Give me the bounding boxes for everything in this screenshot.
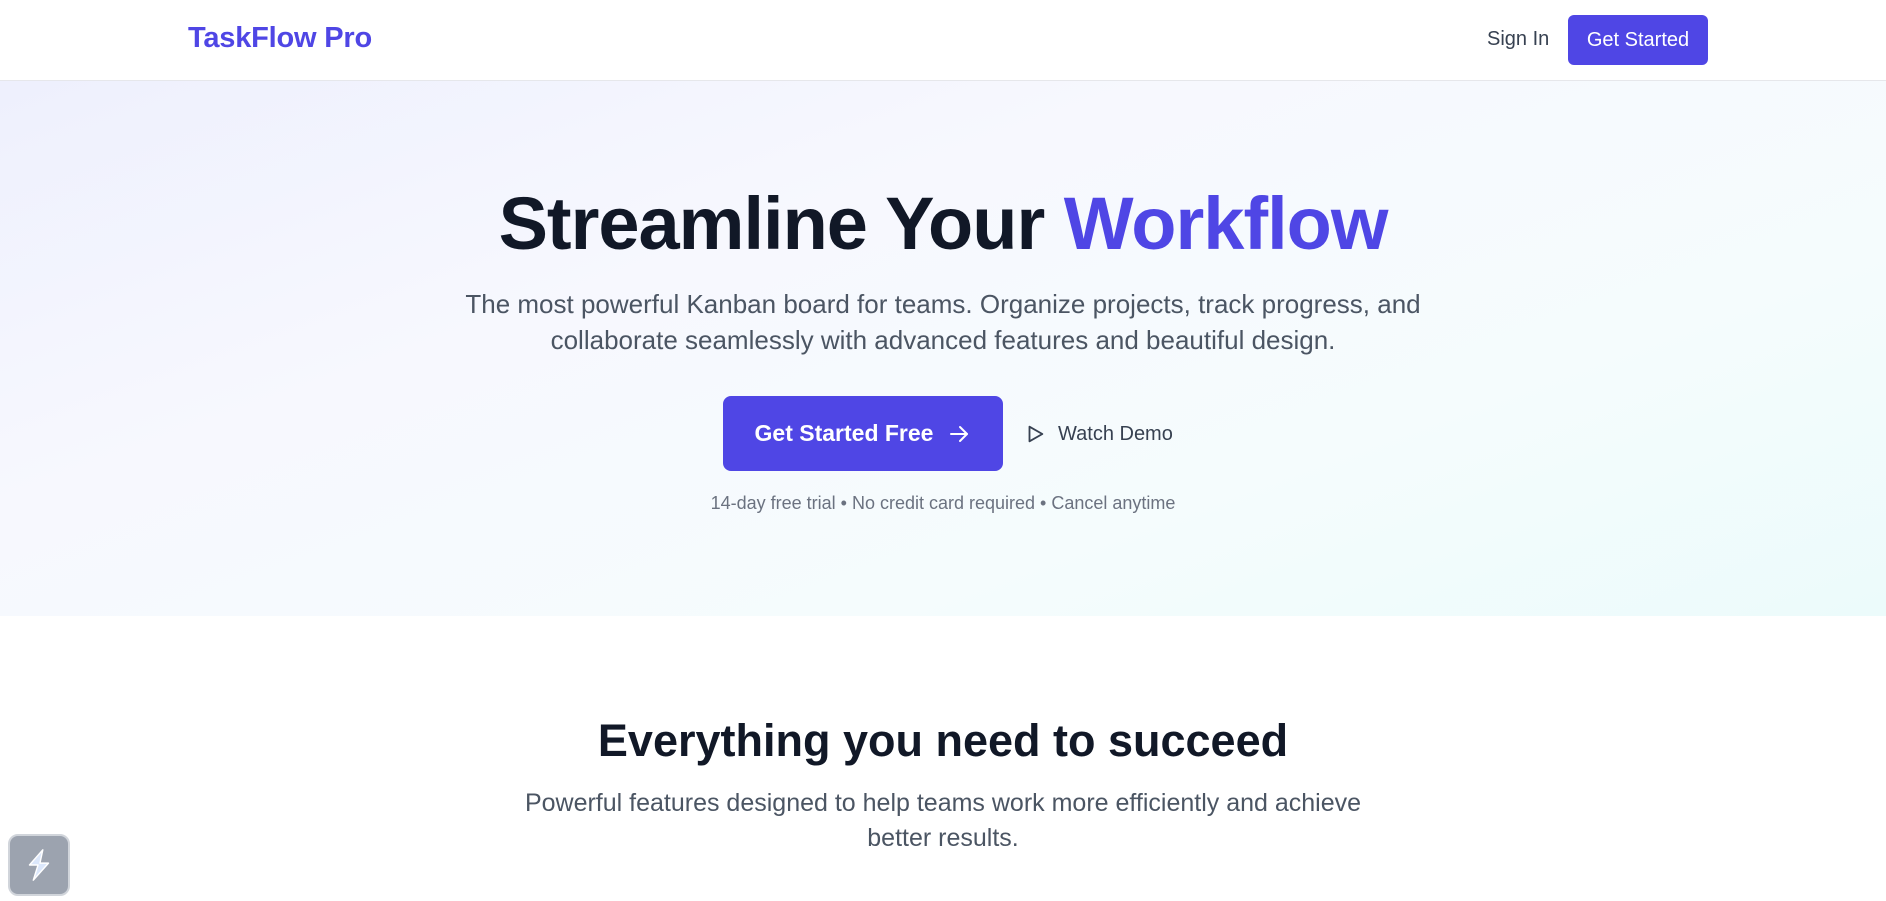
play-icon: [1028, 425, 1044, 443]
hero-section: Streamline Your Workflow The most powerf…: [0, 81, 1886, 616]
top-navbar: TaskFlow Pro Sign In Get Started: [0, 0, 1886, 81]
hero-title-accent: Workflow: [1063, 182, 1389, 265]
sign-in-link[interactable]: Sign In: [1487, 28, 1549, 51]
hero-subtitle: The most powerful Kanban board for teams…: [465, 289, 1421, 355]
get-started-free-button[interactable]: Get Started Free: [723, 396, 1003, 471]
hero-title: Streamline Your Workflow: [0, 181, 1886, 266]
trial-note: 14-day free trial • No credit card requi…: [710, 493, 1176, 513]
arrow-right-icon: [950, 425, 969, 442]
features-title: Everything you need to succeed: [597, 715, 1289, 766]
hero-title-main: Streamline Your: [498, 182, 1064, 265]
watch-demo-button[interactable]: Watch Demo: [1024, 414, 1173, 454]
get-started-free-label: Get Started Free: [754, 420, 934, 446]
features-subtitle: Powerful features designed to help teams…: [524, 789, 1362, 852]
watch-demo-label: Watch Demo: [1058, 422, 1173, 445]
brand-logo[interactable]: TaskFlow Pro: [188, 22, 372, 55]
get-started-button[interactable]: Get Started: [1568, 15, 1708, 65]
lightning-logo-icon: [28, 849, 50, 881]
floating-widget-button[interactable]: [8, 834, 70, 896]
